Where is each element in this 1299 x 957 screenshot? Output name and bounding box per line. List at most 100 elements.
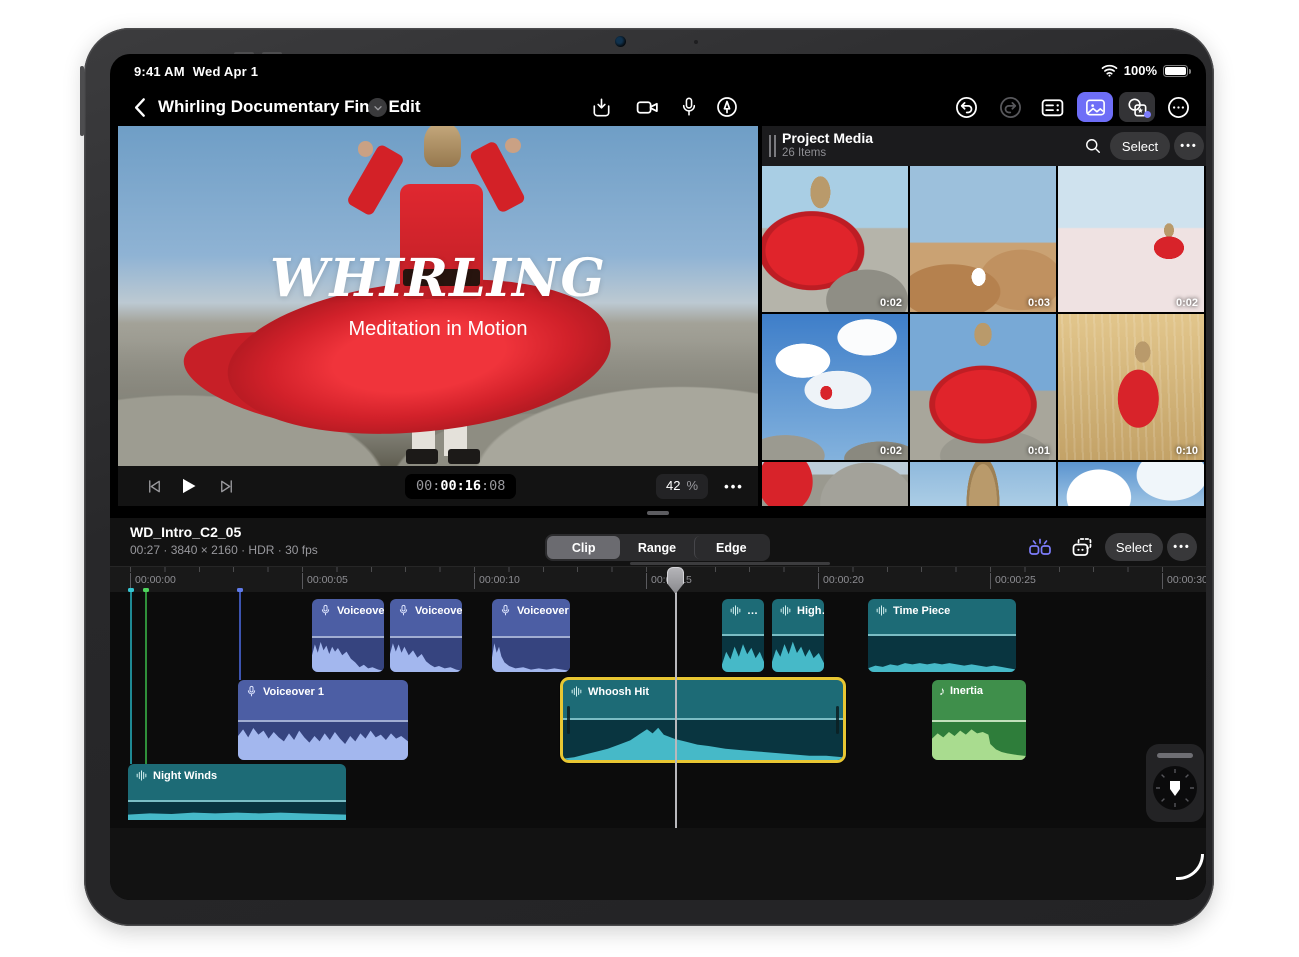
connect-clip-button[interactable] xyxy=(1068,534,1096,560)
timeline-clip-voiceover3[interactable]: Voiceover 3 xyxy=(492,599,570,672)
media-search-button[interactable] xyxy=(1080,133,1106,159)
timecode-hours: 00: xyxy=(416,478,440,494)
status-bar: 9:41 AM Wed Apr 1 100% xyxy=(110,54,1206,86)
status-time: 9:41 AM xyxy=(134,64,185,79)
viewer-more-button[interactable]: ••• xyxy=(722,474,746,498)
undo-icon xyxy=(954,95,979,120)
timeline-clip-timepiece[interactable]: Time Piece xyxy=(868,599,1016,672)
ruler-ticks xyxy=(130,567,1190,572)
timeline-lanes[interactable]: Voiceover 2 Voiceover 2 Voiceover 3 … xyxy=(110,592,1206,828)
microphone-icon xyxy=(678,96,700,118)
timeline-clip-inertia[interactable]: ♪Inertia xyxy=(932,680,1026,760)
media-thumbnail[interactable]: 0:02 xyxy=(762,166,908,312)
clip-label: Time Piece xyxy=(893,605,950,617)
record-video-button[interactable] xyxy=(634,94,660,120)
undo-button[interactable] xyxy=(953,94,979,120)
edit-mode-segmented-control: Clip Range Edge xyxy=(545,534,770,561)
media-thumbnail[interactable] xyxy=(1058,462,1204,506)
clip-duration: 0:02 xyxy=(880,297,902,309)
status-date: Wed Apr 1 xyxy=(193,64,258,79)
timeline-clip-small[interactable]: … xyxy=(722,599,764,672)
more-icon xyxy=(1166,95,1191,120)
media-thumbnail[interactable] xyxy=(762,462,908,506)
jog-wheel[interactable] xyxy=(1146,744,1204,822)
divider-grip[interactable] xyxy=(647,511,669,515)
clip-duration: 0:03 xyxy=(1028,297,1050,309)
jog-dial[interactable] xyxy=(1153,766,1197,810)
timeline-clip-whoosh-hit-selected[interactable]: Whoosh Hit xyxy=(560,677,846,763)
inspector-button[interactable] xyxy=(1039,94,1065,120)
timeline-clip-high[interactable]: High… xyxy=(772,599,824,672)
clip-label: Whoosh Hit xyxy=(588,686,649,698)
viewer-figure-hat xyxy=(424,126,461,167)
mic-icon xyxy=(499,604,512,617)
sensor-dot xyxy=(694,40,698,44)
panel-divider[interactable] xyxy=(110,506,1206,518)
back-button[interactable] xyxy=(128,94,154,120)
media-item-count: 26 Items xyxy=(782,147,826,159)
pencil-tool-button[interactable] xyxy=(714,94,740,120)
ruler-label: 00:00:00 xyxy=(130,573,176,589)
mic-icon xyxy=(319,604,332,617)
timecode-main: 00:16 xyxy=(440,478,481,494)
import-button[interactable] xyxy=(588,94,614,120)
mode-clip[interactable]: Clip xyxy=(547,536,620,559)
media-thumbnail[interactable]: 0:02 xyxy=(1058,166,1204,312)
panel-drag-handle[interactable] xyxy=(769,135,776,157)
jog-grip[interactable] xyxy=(1157,753,1193,758)
play-button[interactable] xyxy=(176,474,200,498)
clip-label: Voiceover 2 xyxy=(415,605,462,617)
media-thumbnail[interactable]: 0:02 xyxy=(762,314,908,460)
media-thumbnail[interactable]: 0:03 xyxy=(910,166,1056,312)
skip-back-button[interactable] xyxy=(142,474,166,498)
viewer-zoom-control[interactable]: 42% xyxy=(656,474,708,499)
media-select-button[interactable]: Select xyxy=(1110,132,1170,160)
connect-clip-icon xyxy=(1070,535,1095,559)
effects-button[interactable] xyxy=(1119,92,1155,122)
play-icon xyxy=(178,476,198,496)
timeline-clip-night-winds[interactable]: Night Winds xyxy=(128,764,346,820)
mode-range[interactable]: Range xyxy=(620,536,693,559)
skip-forward-button[interactable] xyxy=(214,474,238,498)
timeline-panel: WD_Intro_C2_05 00:27 · 3840 × 2160 · HDR… xyxy=(110,518,1206,900)
project-media-panel: Project Media 26 Items Select ••• 0:02 0… xyxy=(762,126,1206,506)
ruler-label: 00:00:10 xyxy=(474,573,520,589)
chevron-left-icon xyxy=(128,94,154,120)
snapping-toggle[interactable] xyxy=(1026,534,1054,560)
media-thumbnail[interactable]: 0:10 xyxy=(1058,314,1204,460)
clip-duration: 0:02 xyxy=(1176,297,1198,309)
trim-handle-right[interactable] xyxy=(836,706,839,734)
media-more-button[interactable]: ••• xyxy=(1174,132,1204,160)
page: 9:41 AMWed Apr 1 100% Whirling Documenta… xyxy=(0,0,1299,957)
viewer-overlay-title: WHIRLING xyxy=(118,248,758,309)
screen: 9:41 AMWed Apr 1 100% Whirling Documenta… xyxy=(110,54,1206,900)
video-viewer[interactable]: WHIRLING Meditation in Motion xyxy=(118,126,758,466)
viewer-figure-arm xyxy=(346,144,405,217)
mode-edge[interactable]: Edge xyxy=(694,536,768,559)
timeline-clip-voiceover2[interactable]: Voiceover 2 xyxy=(312,599,384,672)
viewer-figure-shoe xyxy=(448,449,480,464)
battery-percent: 100% xyxy=(1124,63,1157,78)
timeline-clip-meta: 00:27 · 3840 × 2160 · HDR · 30 fps xyxy=(130,543,318,557)
trim-handle-left[interactable] xyxy=(567,706,570,734)
media-browser-button[interactable] xyxy=(1077,92,1113,122)
title-menu-button[interactable] xyxy=(368,98,387,117)
timeline-more-button[interactable]: ••• xyxy=(1167,533,1197,561)
timeline-clip-voiceover2b[interactable]: Voiceover 2 xyxy=(390,599,462,672)
timecode-display[interactable]: 00:00:16:08 xyxy=(405,474,516,499)
clip-label: Voiceover 3 xyxy=(517,605,570,617)
waveform-icon xyxy=(570,685,583,698)
waveform-icon xyxy=(779,604,792,617)
timeline-clip-voiceover1[interactable]: Voiceover 1 xyxy=(238,680,408,760)
media-thumbnail[interactable]: 0:01 xyxy=(910,314,1056,460)
record-voiceover-button[interactable] xyxy=(676,94,702,120)
redo-button[interactable] xyxy=(997,94,1023,120)
clip-duration: 0:02 xyxy=(880,445,902,457)
more-button[interactable] xyxy=(1165,94,1191,120)
playhead-line xyxy=(675,568,677,828)
timeline-ruler[interactable]: 00:00:00 00:00:05 00:00:10 00:00:15 00:0… xyxy=(110,566,1206,592)
media-thumbnail[interactable] xyxy=(910,462,1056,506)
timeline-select-button[interactable]: Select xyxy=(1105,533,1163,561)
viewer-figure-hand xyxy=(505,138,520,153)
snapping-icon xyxy=(1027,535,1053,559)
